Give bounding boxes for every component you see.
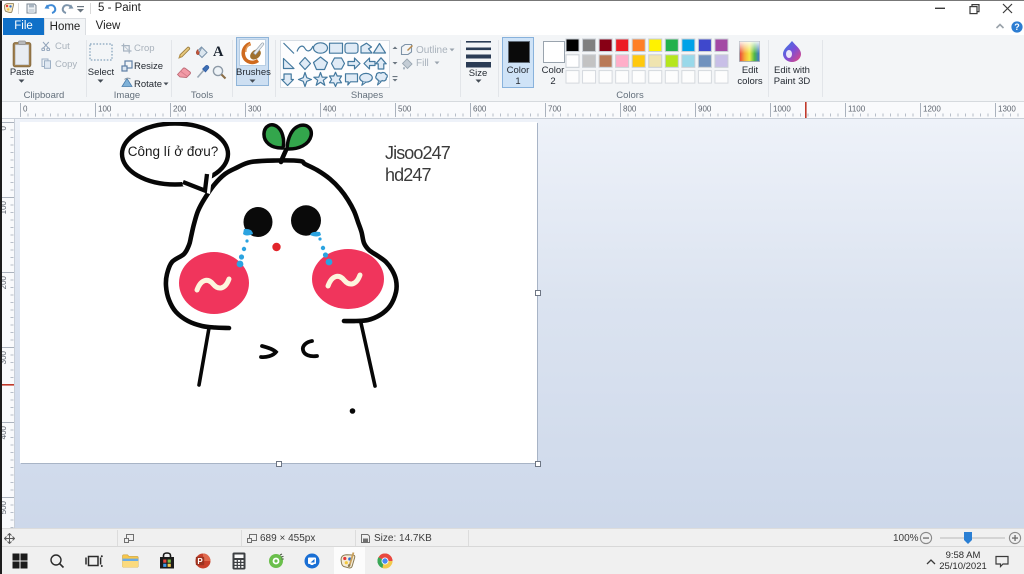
svg-text:1300: 1300 [998, 105, 1016, 114]
svg-text:700: 700 [548, 105, 562, 114]
svg-text:800: 800 [623, 105, 637, 114]
svg-text:900: 900 [698, 105, 712, 114]
svg-text:Công lí ở đơu?: Công lí ở đơu? [128, 144, 219, 159]
svg-text:1000: 1000 [773, 105, 791, 114]
svg-text:400: 400 [323, 105, 337, 114]
svg-text:500: 500 [398, 105, 412, 114]
svg-text:?: ? [1014, 22, 1020, 32]
svg-text:300: 300 [248, 105, 262, 114]
svg-text:0: 0 [23, 105, 28, 114]
svg-text:1100: 1100 [848, 105, 866, 114]
svg-text:P: P [197, 557, 203, 566]
svg-text:hd247: hd247 [385, 165, 431, 185]
svg-text:100: 100 [98, 105, 112, 114]
svg-text:1200: 1200 [923, 105, 941, 114]
svg-text:Jisoo247: Jisoo247 [385, 143, 451, 163]
svg-text:600: 600 [473, 105, 487, 114]
svg-text:200: 200 [173, 105, 187, 114]
